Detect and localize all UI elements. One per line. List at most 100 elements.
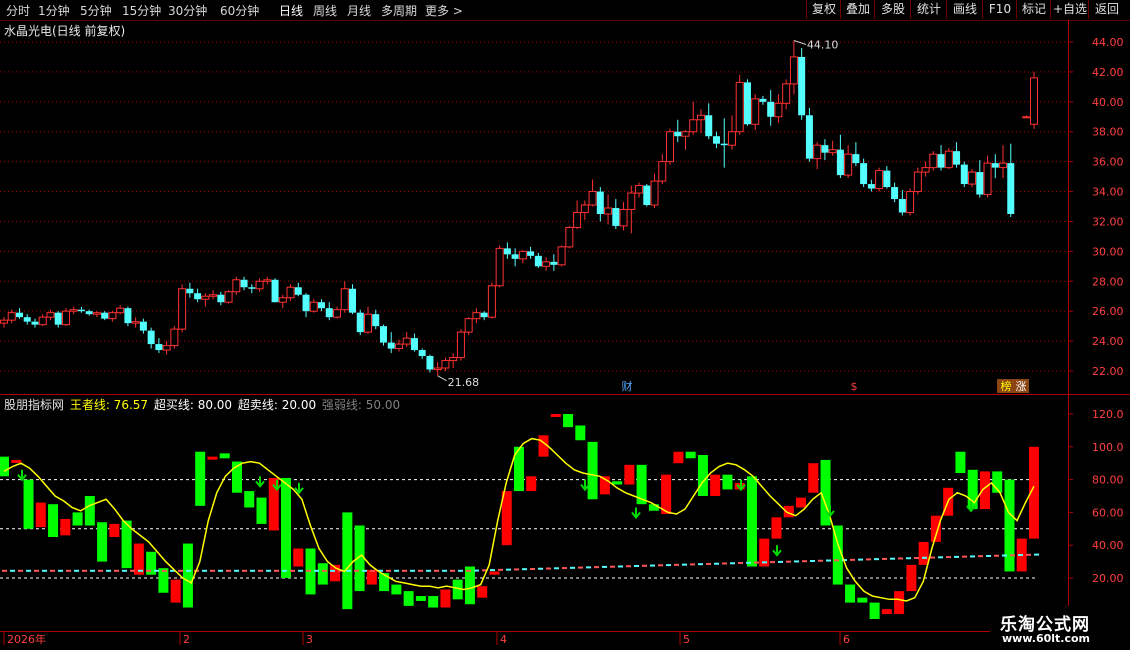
candle-body — [604, 207, 613, 215]
candle-body — [596, 191, 604, 214]
mid-dash — [466, 569, 471, 572]
candle-body — [402, 337, 411, 345]
mid-dash — [314, 569, 319, 572]
candle-body — [38, 316, 47, 326]
candle-body — [867, 184, 875, 189]
mid-dash — [634, 565, 639, 568]
mid-dash — [746, 561, 751, 564]
buy-arrow — [772, 545, 782, 557]
price-tick-label: 28.00 — [1092, 275, 1124, 288]
candle-body — [929, 153, 938, 169]
mid-dash — [906, 557, 911, 560]
mid-dash — [866, 558, 871, 561]
mid-dash — [82, 569, 87, 572]
candle-body — [487, 285, 496, 318]
indicator-bar — [158, 568, 169, 593]
mid-dash — [410, 569, 415, 572]
mid-dash — [538, 567, 543, 570]
ind-tick-label: 60.00 — [1092, 506, 1124, 519]
candle-body — [735, 81, 744, 133]
mid-dash — [442, 569, 447, 572]
candle-body — [54, 312, 62, 325]
candle-body — [232, 279, 241, 293]
candle-body — [891, 187, 899, 200]
mid-dash — [266, 569, 271, 572]
candle-body — [186, 288, 194, 294]
price-tick-label: 24.00 — [1092, 335, 1124, 348]
candle-body — [248, 287, 256, 289]
candle-body — [178, 288, 187, 330]
mid-dash — [714, 562, 719, 565]
indicator-bar — [845, 584, 856, 603]
date-label: 2 — [183, 633, 190, 646]
mid-dash — [2, 569, 7, 572]
mid-dash — [674, 563, 679, 566]
mid-dash — [962, 555, 967, 558]
candle-body — [255, 280, 264, 290]
low-pointer — [437, 375, 447, 382]
indicator-bar — [967, 469, 978, 510]
candle-body — [627, 192, 636, 210]
mid-dash — [58, 569, 63, 572]
candle-body — [348, 288, 356, 313]
candle-body — [170, 328, 179, 347]
candle-body — [906, 191, 915, 213]
candle-body — [155, 344, 163, 351]
candle-body — [944, 150, 953, 169]
candle-body — [542, 261, 551, 267]
mid-dash — [1002, 554, 1007, 557]
indicator-bar — [979, 471, 990, 510]
mid-dash — [122, 569, 127, 572]
candle-body — [844, 153, 853, 176]
candle-body — [309, 301, 318, 312]
mid-dash — [18, 569, 23, 572]
date-label: 5 — [683, 633, 690, 646]
candle-body — [480, 312, 488, 318]
candle-body — [77, 309, 85, 312]
price-tick-label: 22.00 — [1092, 365, 1124, 378]
mid-dash — [890, 557, 895, 560]
candle-body — [0, 319, 8, 324]
candle-body — [619, 208, 628, 227]
mid-dash — [514, 568, 519, 571]
indicator-bar — [170, 579, 181, 603]
mid-dash — [114, 569, 119, 572]
high-label: 44.10 — [807, 39, 839, 52]
price-tick-label: 42.00 — [1092, 66, 1124, 79]
candle-body — [449, 357, 458, 362]
mid-dash — [602, 565, 607, 568]
candle-body — [821, 145, 829, 153]
ind-tick-label: 80.00 — [1092, 474, 1124, 487]
candle-body — [46, 312, 55, 318]
ind-tick-label: 40.00 — [1092, 539, 1124, 552]
mid-dash — [426, 569, 431, 572]
event-marker-dividend: $ — [851, 380, 858, 393]
candle-body — [875, 170, 884, 190]
mid-dash — [330, 569, 335, 572]
candle-body — [224, 291, 233, 303]
mid-dash — [370, 569, 375, 572]
mid-dash — [522, 568, 527, 571]
indicator-bar — [771, 517, 782, 539]
mid-dash — [554, 567, 559, 570]
mid-dash — [274, 569, 279, 572]
mid-dash — [658, 564, 663, 567]
indicator-bar — [526, 476, 537, 492]
mid-dash — [818, 559, 823, 562]
candle-body — [410, 338, 418, 351]
mid-dash — [250, 569, 255, 572]
mid-dash — [402, 569, 407, 572]
candle-body — [286, 286, 295, 299]
candle-body — [798, 56, 806, 116]
mid-dash — [874, 558, 879, 561]
candle-body — [565, 226, 574, 248]
mid-dash — [130, 569, 135, 572]
mid-dash — [970, 555, 975, 558]
indicator-bar — [11, 459, 22, 463]
mid-dash — [690, 563, 695, 566]
high-pointer — [793, 40, 807, 45]
candle-body — [650, 180, 659, 206]
candle-body — [456, 331, 465, 359]
indicator-bar — [366, 569, 377, 585]
mid-dash — [506, 568, 511, 571]
